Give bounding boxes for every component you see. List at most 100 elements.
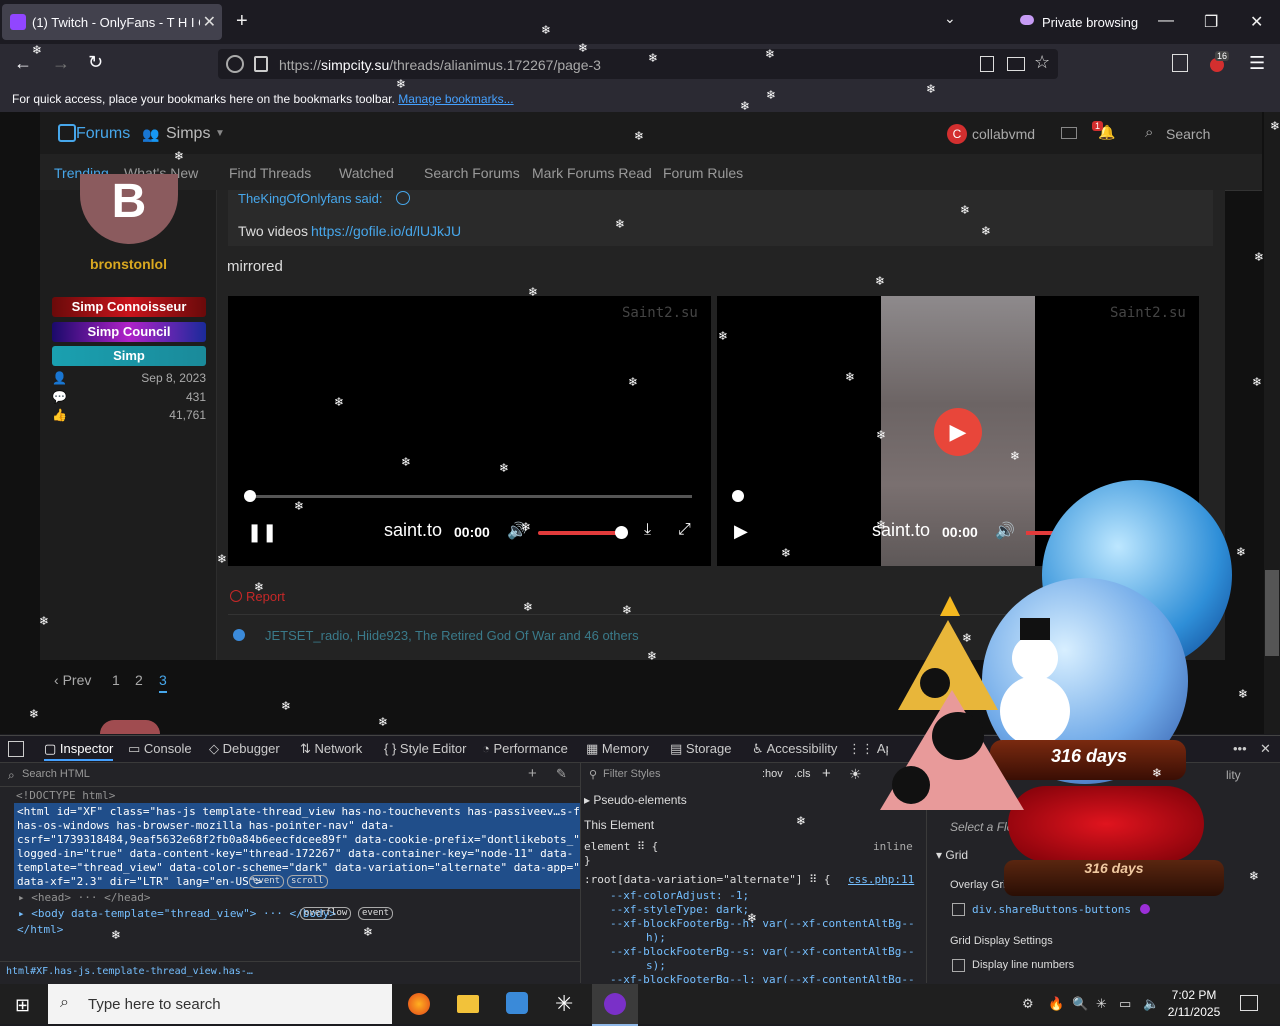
simps-dropdown-icon[interactable]: ▼ — [215, 128, 225, 139]
nav-search[interactable]: Search — [1166, 126, 1210, 142]
tracking-shield-icon[interactable] — [226, 55, 244, 73]
pager-page[interactable]: 2 — [135, 672, 143, 688]
reactions-list[interactable]: JETSET_radio, Hiide923, The Retired God … — [265, 628, 639, 643]
video-brand[interactable]: saint.to — [384, 520, 442, 541]
html-node-line[interactable]: <html id="XF" class="has-js template-thr… — [17, 805, 620, 819]
root-rule[interactable]: :root[data-variation="alternate"] ⠿ { — [584, 873, 830, 887]
picture-in-picture-icon[interactable] — [1007, 57, 1025, 71]
tray-icon[interactable]: ✳ — [1096, 996, 1107, 1012]
pseudo-elements-toggle[interactable]: ▸ Pseudo-elements — [584, 793, 687, 807]
network-icon[interactable]: ▭ — [1119, 996, 1131, 1012]
extensions-icon[interactable] — [1172, 54, 1188, 72]
nav-forums[interactable]: Forums — [76, 125, 130, 143]
clock-date[interactable]: 2/11/2025 — [1166, 1005, 1222, 1019]
pager-page-current[interactable]: 3 — [159, 672, 167, 693]
grid-color-swatch[interactable] — [1140, 904, 1150, 914]
quote-author[interactable]: TheKingOfOnlyfans said: — [238, 191, 383, 206]
video-progress-handle[interactable] — [244, 490, 256, 502]
nav-username[interactable]: collabvmd — [972, 126, 1035, 142]
devtools-more-icon[interactable]: ••• — [1233, 741, 1247, 756]
element-rule[interactable]: element ⠿ { — [584, 840, 658, 854]
filter-styles-input[interactable]: Filter Styles — [603, 768, 660, 780]
manage-bookmarks-link[interactable]: Manage bookmarks... — [398, 92, 513, 106]
maximize-icon[interactable]: ❐ — [1204, 12, 1218, 32]
pick-element-icon[interactable] — [8, 741, 24, 757]
play-overlay-icon[interactable]: ▶ — [934, 408, 982, 456]
search-icon[interactable]: ⌕ — [1145, 124, 1153, 141]
nav-simps[interactable]: Simps — [166, 125, 210, 143]
user-avatar[interactable]: C — [947, 124, 967, 144]
event-badge[interactable]: event — [249, 875, 285, 888]
html-node-line[interactable]: logged-in="true" data-content-key="threa… — [17, 847, 573, 861]
taskbar-search-placeholder[interactable]: Type here to search — [88, 996, 221, 1013]
add-rule-icon[interactable]: + — [822, 765, 831, 782]
html-node-line[interactable]: data-xf="2.3" dir="LTR" lang="en-US"> — [17, 875, 262, 889]
scroll-badge[interactable]: scroll — [287, 875, 328, 888]
quote-jump-icon[interactable] — [396, 191, 410, 205]
grid-section-toggle[interactable]: ▾ Grid — [936, 848, 968, 862]
forward-icon[interactable]: → — [52, 53, 70, 74]
devtools-tab-console[interactable]: ▭ Console — [128, 741, 192, 757]
devtools-tab-debugger[interactable]: ◇ Debugger — [209, 741, 280, 757]
pause-icon[interactable]: ❚❚ — [247, 522, 277, 543]
body-node[interactable]: ▸ <body data-template="thread_view"> ···… — [18, 907, 336, 921]
html-node-line[interactable]: template="thread_view" data-color-scheme… — [17, 861, 626, 875]
reader-view-icon[interactable] — [980, 56, 994, 72]
html-node-line[interactable]: csrf="1739318484,9eaf5632e68f2fb0a84b6ee… — [17, 833, 620, 847]
tray-icon[interactable]: ⚙ — [1022, 996, 1034, 1012]
subnav-find-threads[interactable]: Find Threads — [229, 165, 311, 181]
firefox-taskbar-icon[interactable] — [408, 993, 430, 1015]
devtools-tab-inspector[interactable]: ▢ Inspector — [44, 741, 114, 761]
lock-icon[interactable] — [254, 56, 268, 72]
volume-handle[interactable] — [615, 526, 628, 539]
close-window-icon[interactable]: ✕ — [1250, 12, 1263, 32]
subnav-mark-read[interactable]: Mark Forums Read — [532, 165, 652, 181]
search-html-input[interactable]: Search HTML — [22, 768, 90, 780]
pager-page[interactable]: 1 — [112, 672, 120, 688]
notifications-icon[interactable] — [1240, 995, 1258, 1011]
css-declaration[interactable]: --xf-styleType: dark; — [610, 903, 749, 917]
devtools-close-icon[interactable]: ✕ — [1260, 741, 1271, 757]
fullscreen-icon[interactable]: ⤢ — [678, 521, 691, 539]
devtools-tab-style-editor[interactable]: { } Style Editor — [384, 741, 466, 756]
line-numbers-checkbox[interactable] — [952, 959, 965, 972]
file-explorer-taskbar-icon[interactable] — [457, 995, 479, 1013]
app-taskbar-icon[interactable]: ✳ — [555, 991, 573, 1017]
event-badge[interactable]: event — [358, 907, 394, 920]
overflow-badge[interactable]: overflow — [300, 907, 352, 920]
html-close-node[interactable]: </html> — [17, 923, 63, 937]
doctype-node[interactable]: <!DOCTYPE html> — [16, 789, 115, 803]
video-progress-handle[interactable] — [732, 490, 744, 502]
css-declaration[interactable]: --xf-blockFooterBg--l: var(--xf-contentA… — [610, 973, 915, 983]
inbox-icon[interactable] — [1061, 127, 1077, 139]
scrollbar-thumb[interactable] — [1265, 570, 1279, 656]
overlay-grid-checkbox[interactable] — [952, 903, 965, 916]
reload-icon[interactable]: ↻ — [88, 52, 103, 73]
volume-tray-icon[interactable]: 🔈 — [1143, 996, 1159, 1012]
quote-link[interactable]: https://gofile.io/d/lUJkJU — [311, 223, 461, 239]
url-text[interactable]: https://simpcity.su/threads/alianimus.17… — [279, 57, 601, 73]
devtools-tab-performance[interactable]: ◔ Performance — [482, 741, 568, 756]
eyedropper-icon[interactable]: ✎ — [556, 766, 567, 782]
tray-icon[interactable]: 🔍 — [1072, 996, 1088, 1012]
menu-icon[interactable]: ☰ — [1249, 53, 1265, 74]
volume-slider[interactable] — [538, 531, 622, 535]
overlay-grid-item[interactable]: div.shareButtons-buttons — [972, 903, 1131, 917]
author-name[interactable]: bronstonlol — [90, 256, 167, 272]
private-firefox-taskbar-icon[interactable] — [604, 993, 626, 1015]
tab-close-icon[interactable]: ✕ — [203, 12, 216, 32]
devtools-tab-memory[interactable]: ▦ Memory — [586, 741, 649, 757]
subnav-search-forums[interactable]: Search Forums — [424, 165, 520, 181]
bookmark-star-icon[interactable]: ☆ — [1034, 52, 1050, 73]
hov-toggle[interactable]: :hov — [762, 768, 783, 780]
html-node-line[interactable]: has-os-windows has-browser-mozilla has-p… — [17, 819, 395, 833]
start-icon[interactable]: ⊞ — [15, 995, 30, 1016]
report-icon[interactable] — [230, 590, 242, 602]
volume-icon[interactable]: 🔊 — [995, 521, 1015, 541]
subnav-forum-rules[interactable]: Forum Rules — [663, 165, 743, 181]
devtools-tab-accessibility[interactable]: ♿ Accessibility — [752, 741, 837, 757]
devtools-tab-network[interactable]: ⇅ Network — [300, 741, 362, 757]
minimize-icon[interactable]: — — [1158, 12, 1174, 30]
light-theme-icon[interactable]: ☀ — [849, 766, 862, 783]
play-icon[interactable]: ▶ — [734, 521, 748, 542]
